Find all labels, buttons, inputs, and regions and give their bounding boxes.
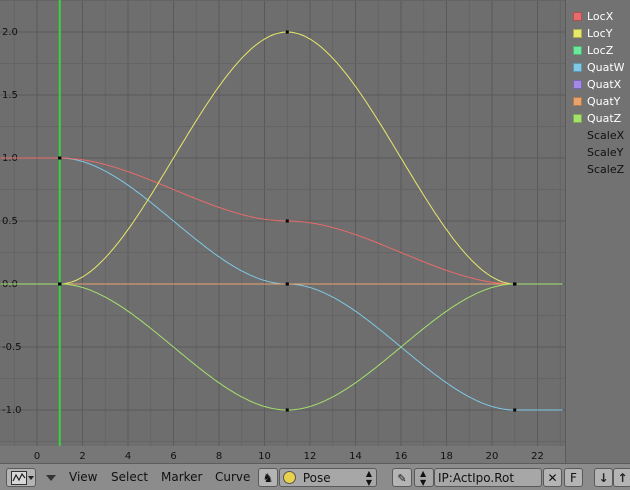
channel-scalex[interactable]: ScaleX — [587, 129, 630, 143]
keyframe-point[interactable] — [513, 408, 517, 412]
menu-curve[interactable]: Curve — [212, 468, 253, 487]
channel-color-swatch[interactable] — [573, 114, 582, 123]
keyframe-point[interactable] — [58, 156, 62, 160]
pin-action-button[interactable]: ♞ — [258, 468, 278, 487]
x-tick-label: 8 — [216, 451, 222, 462]
triangle-down-icon — [46, 475, 56, 481]
editor-type-button[interactable] — [6, 468, 36, 487]
collapse-menus-button[interactable] — [44, 468, 58, 487]
armature-pose-icon: ♞ — [262, 471, 274, 485]
ipo-curve-editor-icon — [11, 471, 27, 485]
channel-quatw[interactable]: QuatW — [573, 61, 630, 75]
pin-icon: ✎ — [397, 472, 407, 485]
channel-quatz[interactable]: QuatZ — [573, 112, 630, 126]
channel-label: LocZ — [587, 44, 614, 57]
keyframe-point[interactable] — [58, 282, 62, 286]
pin-button[interactable]: ✎ — [392, 468, 412, 487]
x-tick-label: 6 — [170, 451, 176, 462]
keyframe-point[interactable] — [285, 219, 289, 223]
x-tick-label: 14 — [349, 451, 362, 462]
paste-up-button[interactable]: ↑ — [613, 468, 630, 487]
arrow-down-icon: ↓ — [598, 471, 609, 485]
channel-label: ScaleX — [587, 129, 625, 142]
channel-color-swatch[interactable] — [573, 29, 582, 38]
channel-quatx[interactable]: QuatX — [573, 78, 630, 92]
updown-arrows-icon: ▲ ▼ — [420, 469, 427, 487]
y-tick-label: 2.0 — [2, 27, 18, 38]
channel-color-swatch[interactable] — [573, 80, 582, 89]
x-tick-label: 10 — [258, 451, 271, 462]
y-tick-label: 0.5 — [2, 216, 18, 227]
graph-canvas[interactable]: 2.01.51.00.50.0-0.5-1.0 0 2 4 6 8 10 12 14 16 18 2… — [0, 0, 565, 463]
channel-label: QuatW — [587, 61, 625, 74]
y-tick-label: 1.5 — [2, 90, 18, 101]
x-tick-label: 0 — [34, 451, 40, 462]
channel-label: ScaleY — [587, 146, 624, 159]
x-tick-label: 2 — [79, 451, 85, 462]
channel-locx[interactable]: LocX — [573, 10, 630, 24]
y-tick-label: -0.5 — [2, 342, 22, 353]
keyframe-point[interactable] — [285, 282, 289, 286]
channel-locz[interactable]: LocZ — [573, 44, 630, 58]
fake-user-button[interactable]: F — [564, 468, 583, 487]
keyframe-point[interactable] — [285, 408, 289, 412]
x-tick-label: 4 — [125, 451, 131, 462]
channel-label: QuatZ — [587, 112, 622, 125]
channel-label: LocY — [587, 27, 613, 40]
smiley-pose-icon — [283, 471, 296, 484]
arrow-up-icon: ↑ — [617, 471, 628, 485]
keyframe-point[interactable] — [285, 30, 289, 34]
menu-select[interactable]: Select — [108, 468, 151, 487]
channel-quaty[interactable]: QuatY — [573, 95, 630, 109]
channel-locy[interactable]: LocY — [573, 27, 630, 41]
ipo-editor-window: 2.0 1.5 1.0 0.5 0.0 -0.5 -1.0 0 2 4 6 8 10 12 14 16 18 2… — [0, 0, 630, 490]
ipo-header-bar: View Select Marker Curve ♞ Pose ▲ ▼ ✎ ▲ ▼ … — [0, 463, 630, 490]
channel-scaley[interactable]: ScaleY — [587, 146, 630, 160]
channel-color-swatch[interactable] — [573, 97, 582, 106]
graph-background — [0, 0, 565, 463]
x-tick-label: 22 — [531, 451, 544, 462]
channel-label: QuatY — [587, 95, 621, 108]
channel-scalez[interactable]: ScaleZ — [587, 163, 630, 177]
channel-list[interactable]: LocX LocY LocZ QuatW QuatX QuatY QuatZ ScaleX Sc… — [565, 0, 630, 463]
menu-view[interactable]: View — [66, 468, 100, 487]
channel-label: LocX — [587, 10, 614, 23]
mode-select-value: Pose — [302, 471, 331, 485]
channel-label: ScaleZ — [587, 163, 625, 176]
x-tick-label: 12 — [304, 451, 317, 462]
x-tick-label: 18 — [440, 451, 453, 462]
y-tick-label: -1.0 — [2, 405, 22, 416]
ipo-curve-graph[interactable]: 2.0 1.5 1.0 0.5 0.0 -0.5 -1.0 0 2 4 6 8 10 12 14 16 18 2… — [0, 0, 565, 463]
menu-marker[interactable]: Marker — [158, 468, 205, 487]
copy-down-button[interactable]: ↓ — [594, 468, 613, 487]
ipo-browse-button[interactable]: ▲ ▼ — [414, 468, 434, 487]
channel-color-swatch[interactable] — [573, 63, 582, 72]
x-tick-label: 20 — [486, 451, 499, 462]
channel-color-swatch[interactable] — [573, 46, 582, 55]
channel-label: QuatX — [587, 78, 622, 91]
mode-select[interactable]: Pose ▲ ▼ — [279, 468, 377, 487]
chevron-down-icon — [28, 476, 34, 480]
unlink-ipo-button[interactable]: ✕ — [543, 468, 562, 487]
ipo-block-name-field[interactable]: IP:ActIpo.Rot — [434, 468, 542, 487]
channel-color-swatch[interactable] — [573, 12, 582, 21]
x-tick-label: 16 — [395, 451, 408, 462]
updown-arrows-icon: ▲ ▼ — [365, 469, 372, 487]
keyframe-point[interactable] — [513, 282, 517, 286]
